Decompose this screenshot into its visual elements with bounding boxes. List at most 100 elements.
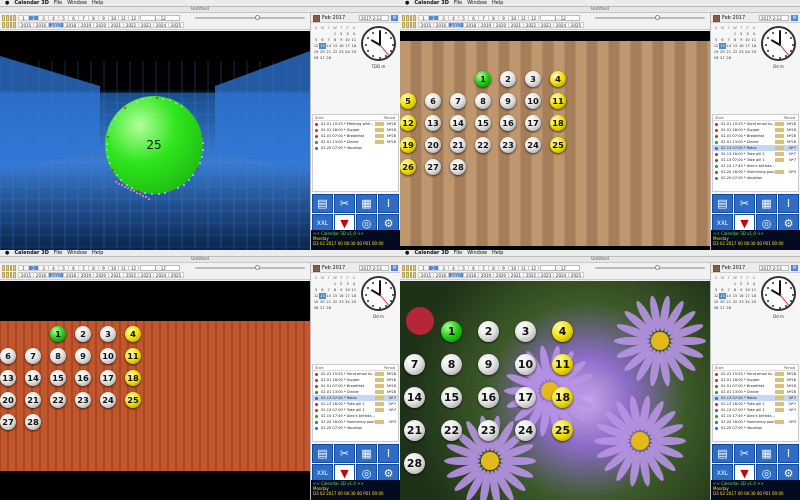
month-button[interactable]: 12 — [128, 265, 139, 271]
day-ball-28[interactable]: 28 — [404, 453, 425, 474]
day-ball-15[interactable]: 15 — [50, 370, 66, 386]
day-ball-8[interactable]: 8 — [441, 354, 462, 375]
day-ball-7[interactable]: 7 — [450, 93, 466, 109]
slider-knob[interactable] — [255, 265, 260, 270]
day-ball-11[interactable]: 11 — [125, 348, 141, 364]
day-ball-17[interactable]: 17 — [525, 115, 541, 131]
avatar[interactable] — [313, 15, 320, 22]
day-ball-13[interactable]: 13 — [0, 370, 16, 386]
day-ball-9[interactable]: 9 — [75, 348, 91, 364]
grid-icon[interactable]: ▦ — [356, 444, 377, 463]
day-ball-23[interactable]: 23 — [500, 137, 516, 153]
day-ball-26[interactable]: 26 — [400, 159, 416, 175]
menu-item[interactable]: Help — [492, 0, 503, 7]
view-grid-icon[interactable] — [2, 265, 16, 278]
day-ball-18[interactable]: 18 — [550, 115, 566, 131]
day-ball-3[interactable]: 3 — [525, 71, 541, 87]
year-button[interactable]: 2022 — [523, 22, 539, 28]
day-ball-7[interactable]: 7 — [25, 348, 41, 364]
day-ball-24[interactable]: 24 — [100, 392, 116, 408]
event-row[interactable]: 02.20 07:00 * Vacation — [313, 145, 398, 151]
day-ball-25[interactable]: 25 — [125, 392, 141, 408]
year-button[interactable]: 2016 — [33, 22, 49, 28]
year-button[interactable]: 2023 — [538, 22, 554, 28]
event-row[interactable]: 02.20 07:00 * Vacation — [713, 425, 798, 431]
year-button[interactable]: 2020 — [93, 272, 109, 278]
day-ball-14[interactable]: 14 — [25, 370, 41, 386]
menu-item[interactable]: File — [54, 0, 62, 7]
chart-icon[interactable]: ▤ — [712, 194, 733, 213]
day-ball-3[interactable]: 3 — [515, 321, 536, 342]
day-ball-23[interactable]: 23 — [478, 420, 499, 441]
year-button[interactable]: 2024 — [553, 272, 569, 278]
day-ball-2[interactable]: 2 — [478, 321, 499, 342]
day-ball-20[interactable]: 20 — [0, 392, 16, 408]
tools-icon[interactable]: ✂ — [334, 444, 355, 463]
day-ball-1[interactable]: 1 — [441, 321, 462, 342]
slider-knob[interactable] — [655, 15, 660, 20]
year-button[interactable]: 2022 — [523, 272, 539, 278]
day-ball-10[interactable]: 10 — [525, 93, 541, 109]
day-ball-16[interactable]: 16 — [500, 115, 516, 131]
day-ball-15[interactable]: 15 — [441, 387, 462, 408]
zoom-slider[interactable] — [595, 265, 705, 270]
year-button[interactable]: 2017 — [448, 22, 464, 28]
year-button[interactable]: 2021 — [108, 272, 124, 278]
m-button[interactable]: M — [791, 265, 798, 271]
year-button[interactable]: 2025 — [568, 22, 584, 28]
day-ball-14[interactable]: 14 — [450, 115, 466, 131]
year-button[interactable]: 2022 — [123, 272, 139, 278]
day-ball-9[interactable]: 9 — [500, 93, 516, 109]
month-button[interactable]: 12 — [528, 265, 539, 271]
month-range[interactable]: 1 - 12 — [140, 265, 180, 271]
year-button[interactable]: 2024 — [153, 272, 169, 278]
app-menu[interactable]: Calendar 3D — [14, 250, 49, 257]
menu-item[interactable]: Window — [467, 0, 487, 7]
year-button[interactable]: 2019 — [478, 22, 494, 28]
day-ball-28[interactable]: 28 — [25, 414, 41, 430]
month-button[interactable]: 12 — [128, 15, 139, 21]
menu-item[interactable]: Window — [67, 0, 87, 7]
chart-icon[interactable]: ▤ — [312, 444, 333, 463]
event-row[interactable]: 02.20 07:00 * Vacation — [313, 425, 398, 431]
day-ball-22[interactable]: 22 — [441, 420, 462, 441]
menu-item[interactable]: File — [54, 250, 62, 257]
year-button[interactable]: 2015 — [418, 22, 434, 28]
year-button[interactable]: 2018 — [463, 22, 479, 28]
day-ball-21[interactable]: 21 — [25, 392, 41, 408]
grid-icon[interactable]: ▦ — [756, 194, 777, 213]
month-range[interactable]: 1 - 12 — [540, 15, 580, 21]
zoom-slider[interactable] — [195, 265, 305, 270]
day-ball-16[interactable]: 16 — [478, 387, 499, 408]
month-range[interactable]: 1 - 12 — [140, 15, 180, 21]
year-button[interactable]: 2024 — [553, 22, 569, 28]
year-button[interactable]: 2015 — [18, 22, 34, 28]
pillar-icon[interactable]: Ⅰ — [378, 194, 399, 213]
year-button[interactable]: 2017 — [48, 22, 64, 28]
year-button[interactable]: 2021 — [508, 22, 524, 28]
year-button[interactable]: 2025 — [168, 22, 184, 28]
slider-knob[interactable] — [655, 265, 660, 270]
app-menu[interactable]: Calendar 3D — [414, 0, 449, 7]
day-ball-12[interactable]: 12 — [400, 115, 416, 131]
chart-icon[interactable]: ▤ — [712, 444, 733, 463]
day-ball-17[interactable]: 17 — [515, 387, 536, 408]
year-button[interactable]: 2019 — [478, 272, 494, 278]
day-ball-28[interactable]: 28 — [450, 159, 466, 175]
date-field[interactable]: 2017-2-13 — [359, 265, 389, 271]
apple-menu-icon[interactable]: ● — [405, 0, 409, 7]
day-ball-16[interactable]: 16 — [75, 370, 91, 386]
year-button[interactable]: 2020 — [493, 272, 509, 278]
event-row[interactable]: 02.20 07:00 * Vacation — [713, 175, 798, 181]
year-button[interactable]: 2025 — [568, 272, 584, 278]
day-ball-5[interactable]: 5 — [400, 93, 416, 109]
day-ball-9[interactable]: 9 — [478, 354, 499, 375]
year-button[interactable]: 2023 — [538, 272, 554, 278]
day-ball-24[interactable]: 24 — [525, 137, 541, 153]
pillar-icon[interactable]: Ⅰ — [778, 444, 799, 463]
year-button[interactable]: 2020 — [493, 22, 509, 28]
day-ball-1[interactable]: 1 — [50, 326, 66, 342]
tools-icon[interactable]: ✂ — [734, 444, 755, 463]
year-button[interactable]: 2019 — [78, 22, 94, 28]
slider-knob[interactable] — [255, 15, 260, 20]
